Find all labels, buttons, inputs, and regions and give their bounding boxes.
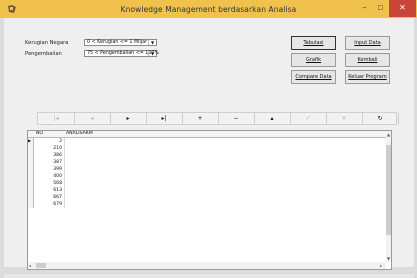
nav-last-button[interactable]: ▸| — [146, 113, 183, 124]
grafik-button[interactable]: Grafik — [291, 53, 336, 67]
cell-no[interactable]: 386 — [35, 152, 65, 159]
table-row[interactable]: 667 — [28, 194, 386, 201]
chevron-down-icon[interactable]: ▼ — [148, 51, 156, 56]
row-indicator[interactable] — [28, 159, 34, 166]
table-row[interactable]: 679 — [28, 201, 386, 208]
kerugian-select-value: 0 < Kerugian <= 1 Miljar — [87, 40, 148, 45]
cell-no[interactable]: 400 — [35, 173, 65, 180]
application-window: Knowledge Management berdasarkan Analisa… — [0, 0, 417, 278]
cell-no[interactable]: 387 — [35, 159, 65, 166]
db-navigator: |◂ ◂ ▸ ▸| + − ▴ ✓ ✕ ↻ — [37, 112, 399, 125]
cell-no[interactable]: 210 — [35, 145, 65, 152]
title-bar: Knowledge Management berdasarkan Analisa… — [0, 0, 417, 18]
table-row[interactable]: 613 — [28, 187, 386, 194]
horizontal-scrollbar[interactable]: ◂ ▸ — [28, 262, 386, 269]
maximize-button[interactable]: □ — [373, 0, 388, 17]
cell-no[interactable]: 399 — [35, 166, 65, 173]
scroll-down-icon[interactable]: ▼ — [387, 256, 390, 261]
row-indicator[interactable] — [28, 173, 34, 180]
keluar-program-button[interactable]: Keluar Program — [345, 70, 390, 84]
scroll-left-icon[interactable]: ◂ — [29, 263, 31, 268]
status-strip — [4, 274, 414, 278]
table-row[interactable]: 210 — [28, 145, 386, 152]
window-title: Knowledge Management berdasarkan Analisa — [120, 5, 297, 14]
nav-insert-button[interactable]: + — [182, 113, 219, 124]
close-button[interactable]: ✕ — [389, 0, 416, 17]
kembali-button[interactable]: Kembali — [345, 53, 390, 67]
input-data-button[interactable]: Input Data — [345, 36, 390, 50]
table-row[interactable]: ▶ 2 — [28, 138, 386, 145]
nav-prior-button[interactable]: ◂ — [74, 113, 111, 124]
nav-next-button[interactable]: ▸ — [110, 113, 147, 124]
table-row[interactable]: 399 — [28, 166, 386, 173]
row-indicator[interactable] — [28, 201, 34, 208]
cell-no[interactable]: 679 — [35, 201, 65, 208]
cell-no[interactable]: 667 — [35, 194, 65, 201]
row-indicator[interactable] — [28, 180, 34, 187]
scroll-right-icon[interactable]: ▸ — [380, 263, 382, 268]
pengembalian-select[interactable]: 75 < Pengembalian <= 100% ▼ — [84, 50, 159, 57]
table-row[interactable]: 568 — [28, 180, 386, 187]
kerugian-select[interactable]: 0 < Kerugian <= 1 Miljar ▼ — [84, 39, 157, 46]
nav-first-button[interactable]: |◂ — [38, 113, 75, 124]
column-header-no[interactable]: NO — [36, 131, 43, 137]
current-row-indicator-icon[interactable]: ▶ — [28, 138, 34, 145]
cell-no[interactable]: 2 — [35, 138, 65, 145]
table-row[interactable]: 400 — [28, 173, 386, 180]
tabulasi-button[interactable]: Tabulasi — [291, 36, 336, 50]
scroll-up-icon[interactable]: ▲ — [387, 132, 390, 137]
nav-post-button[interactable]: ✓ — [290, 113, 327, 124]
row-indicator[interactable] — [28, 194, 34, 201]
chevron-down-icon[interactable]: ▼ — [148, 40, 156, 45]
row-indicator[interactable] — [28, 166, 34, 173]
kerugian-label: Kerugian Negara — [25, 40, 69, 46]
table-row[interactable]: 387 — [28, 159, 386, 166]
nav-cancel-button[interactable]: ✕ — [326, 113, 363, 124]
nav-refresh-button[interactable]: ↻ — [362, 113, 399, 124]
vertical-scrollbar[interactable]: ▲ ▼ — [386, 131, 391, 262]
cell-no[interactable]: 613 — [35, 187, 65, 194]
grid-header: NO ANALISAKM — [28, 131, 386, 138]
row-indicator[interactable] — [28, 152, 34, 159]
compare-data-button[interactable]: Compare Data — [291, 70, 336, 84]
column-header-analisakm[interactable]: ANALISAKM — [66, 131, 93, 137]
main-panel: Kerugian Negara 0 < Kerugian <= 1 Miljar… — [4, 18, 414, 278]
data-grid[interactable]: NO ANALISAKM ▶ 2 210 386 387 399 400 568 613 667 6… — [27, 130, 392, 270]
hscroll-thumb[interactable] — [36, 263, 46, 268]
nav-delete-button[interactable]: − — [218, 113, 255, 124]
cell-no[interactable]: 568 — [35, 180, 65, 187]
minimize-button[interactable]: – — [356, 0, 373, 17]
row-indicator[interactable] — [28, 145, 34, 152]
table-row[interactable]: 386 — [28, 152, 386, 159]
scroll-thumb[interactable] — [386, 145, 391, 235]
row-indicator[interactable] — [28, 187, 34, 194]
pengembalian-label: Pengembalian — [25, 51, 62, 57]
nav-edit-button[interactable]: ▴ — [254, 113, 291, 124]
